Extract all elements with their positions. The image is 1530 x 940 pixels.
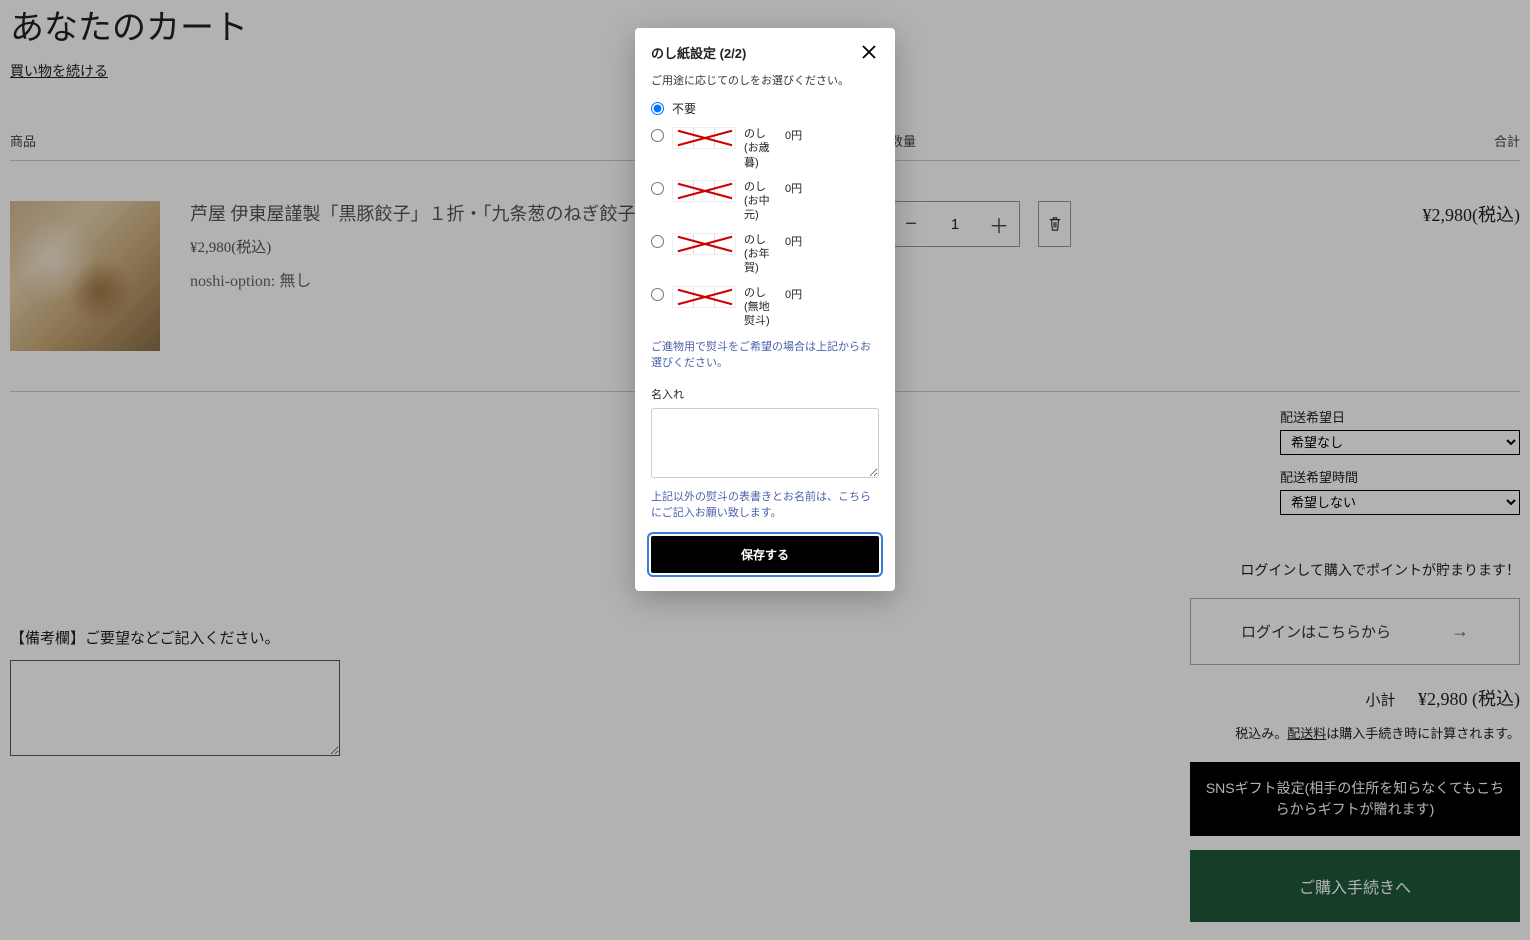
noshi-option-price: 0円: [785, 286, 802, 329]
noshi-option-none[interactable]: 不要: [651, 100, 879, 117]
noshi-option-label: のし(お年賀): [744, 233, 779, 276]
save-button[interactable]: 保存する: [651, 536, 879, 573]
modal-help-2: 上記以外の熨斗の表書きとお名前は、こちらにご記入お願い致します。: [651, 489, 879, 522]
modal-subtitle: ご用途に応じてのしをお選びください。: [651, 72, 879, 88]
noshi-option-onenga[interactable]: のし(お年賀)0円: [651, 233, 879, 276]
noshi-radio-none[interactable]: [651, 102, 664, 115]
name-input-label: 名入れ: [651, 386, 879, 402]
noshi-option-ochugen[interactable]: のし(お中元)0円: [651, 180, 879, 223]
noshi-preview-icon: [672, 127, 736, 149]
noshi-option-oseibo[interactable]: のし(お歳暮)0円: [651, 127, 879, 170]
name-input[interactable]: [651, 408, 879, 478]
noshi-option-label: のし(お歳暮): [744, 127, 779, 170]
noshi-option-label: 不要: [672, 100, 696, 117]
noshi-option-label: のし(無地熨斗): [744, 286, 779, 329]
noshi-radio-onenga[interactable]: [651, 235, 664, 248]
noshi-radio-oseibo[interactable]: [651, 129, 664, 142]
modal-title: のし紙設定 (2/2): [651, 43, 746, 62]
noshi-option-price: 0円: [785, 233, 802, 276]
noshi-modal: のし紙設定 (2/2) ご用途に応じてのしをお選びください。 不要 のし(お歳暮…: [635, 28, 895, 591]
noshi-preview-icon: [672, 286, 736, 308]
modal-overlay[interactable]: のし紙設定 (2/2) ご用途に応じてのしをお選びください。 不要 のし(お歳暮…: [0, 0, 1530, 940]
noshi-option-price: 0円: [785, 180, 802, 223]
noshi-option-muji[interactable]: のし(無地熨斗)0円: [651, 286, 879, 329]
noshi-radio-ochugen[interactable]: [651, 182, 664, 195]
noshi-option-price: 0円: [785, 127, 802, 170]
close-icon: [862, 45, 876, 59]
noshi-preview-icon: [672, 180, 736, 202]
noshi-preview-icon: [672, 233, 736, 255]
modal-help-1: ご進物用で熨斗をご希望の場合は上記からお選びください。: [651, 339, 879, 372]
noshi-option-label: のし(お中元): [744, 180, 779, 223]
noshi-radio-muji[interactable]: [651, 288, 664, 301]
modal-close-button[interactable]: [859, 42, 879, 62]
